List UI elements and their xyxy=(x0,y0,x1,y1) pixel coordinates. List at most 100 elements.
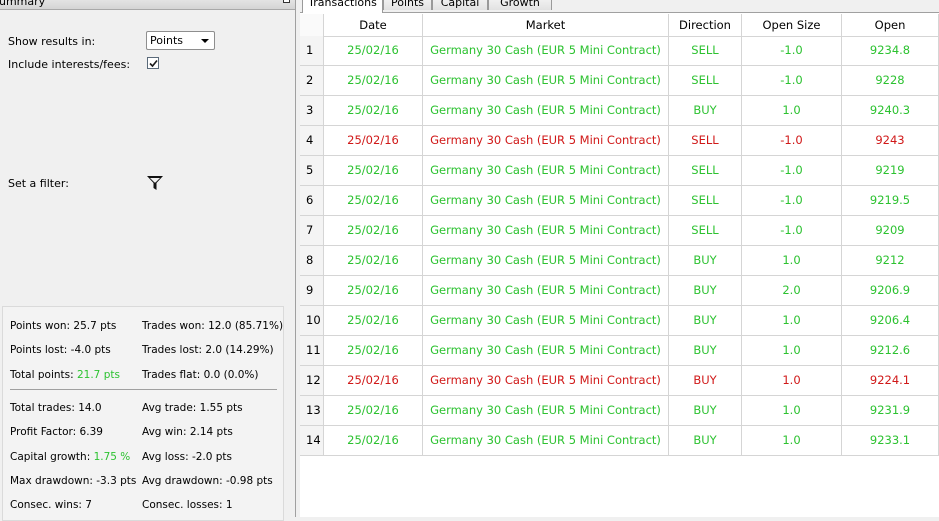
column-header-date[interactable]: Date xyxy=(324,14,423,36)
cell-date[interactable]: 25/02/16 xyxy=(324,216,423,246)
cell-open[interactable]: 9206.4 xyxy=(842,306,939,336)
tab-growth[interactable]: Growth xyxy=(488,0,552,10)
table-row[interactable]: 13 25/02/16 Germany 30 Cash (EUR 5 Mini Co… xyxy=(300,396,939,426)
table-row[interactable]: 4 25/02/16 Germany 30 Cash (EUR 5 Mini Con… xyxy=(300,126,939,156)
row-number[interactable]: 6 xyxy=(300,186,324,216)
cell-open-size[interactable]: 1.0 xyxy=(742,306,842,336)
cell-market[interactable]: Germany 30 Cash (EUR 5 Mini Contract) xyxy=(423,96,669,126)
tab-capital[interactable]: Capital xyxy=(432,0,488,10)
cell-market[interactable]: Germany 30 Cash (EUR 5 Mini Contract) xyxy=(423,276,669,306)
cell-market[interactable]: Germany 30 Cash (EUR 5 Mini Contract) xyxy=(423,186,669,216)
cell-date[interactable]: 25/02/16 xyxy=(324,36,423,66)
cell-market[interactable]: Germany 30 Cash (EUR 5 Mini Contract) xyxy=(423,306,669,336)
cell-open-size[interactable]: 2.0 xyxy=(742,276,842,306)
cell-direction[interactable]: BUY xyxy=(669,306,742,336)
cell-date[interactable]: 25/02/16 xyxy=(324,306,423,336)
cell-market[interactable]: Germany 30 Cash (EUR 5 Mini Contract) xyxy=(423,336,669,366)
cell-market[interactable]: Germany 30 Cash (EUR 5 Mini Contract) xyxy=(423,156,669,186)
cell-direction[interactable]: SELL xyxy=(669,156,742,186)
table-row[interactable]: 10 25/02/16 Germany 30 Cash (EUR 5 Mini Co… xyxy=(300,306,939,336)
row-number[interactable]: 12 xyxy=(300,366,324,396)
results-unit-select[interactable]: Points xyxy=(146,31,215,50)
cell-direction[interactable]: SELL xyxy=(669,186,742,216)
cell-direction[interactable]: SELL xyxy=(669,126,742,156)
table-row[interactable]: 7 25/02/16 Germany 30 Cash (EUR 5 Mini Con… xyxy=(300,216,939,246)
cell-open[interactable]: 9219 xyxy=(842,156,939,186)
cell-market[interactable]: Germany 30 Cash (EUR 5 Mini Contract) xyxy=(423,216,669,246)
table-row[interactable]: 14 25/02/16 Germany 30 Cash (EUR 5 Mini Co… xyxy=(300,426,939,456)
cell-open[interactable]: 9206.9 xyxy=(842,276,939,306)
row-number[interactable]: 5 xyxy=(300,156,324,186)
cell-open[interactable]: 9233.1 xyxy=(842,426,939,456)
row-number[interactable]: 7 xyxy=(300,216,324,246)
tab-points[interactable]: Points xyxy=(383,0,432,10)
table-row[interactable]: 1 25/02/16 Germany 30 Cash (EUR 5 Mini Con… xyxy=(300,36,939,66)
cell-date[interactable]: 25/02/16 xyxy=(324,186,423,216)
cell-date[interactable]: 25/02/16 xyxy=(324,426,423,456)
cell-market[interactable]: Germany 30 Cash (EUR 5 Mini Contract) xyxy=(423,36,669,66)
cell-open[interactable]: 9243 xyxy=(842,126,939,156)
cell-date[interactable]: 25/02/16 xyxy=(324,396,423,426)
row-number[interactable]: 11 xyxy=(300,336,324,366)
cell-direction[interactable]: BUY xyxy=(669,366,742,396)
cell-open-size[interactable]: -1.0 xyxy=(742,126,842,156)
cell-direction[interactable]: BUY xyxy=(669,426,742,456)
cell-open-size[interactable]: -1.0 xyxy=(742,66,842,96)
table-row[interactable]: 8 25/02/16 Germany 30 Cash (EUR 5 Mini Con… xyxy=(300,246,939,276)
column-header-direction[interactable]: Direction xyxy=(669,14,742,36)
dock-window-icon[interactable] xyxy=(283,0,290,3)
row-number[interactable]: 8 xyxy=(300,246,324,276)
cell-direction[interactable]: BUY xyxy=(669,396,742,426)
cell-open[interactable]: 9212 xyxy=(842,246,939,276)
row-number[interactable]: 14 xyxy=(300,426,324,456)
funnel-icon[interactable] xyxy=(146,174,164,192)
cell-direction[interactable]: BUY xyxy=(669,96,742,126)
column-header-open-size[interactable]: Open Size xyxy=(742,14,842,36)
cell-open-size[interactable]: -1.0 xyxy=(742,216,842,246)
row-number[interactable]: 13 xyxy=(300,396,324,426)
cell-direction[interactable]: SELL xyxy=(669,36,742,66)
table-row[interactable]: 2 25/02/16 Germany 30 Cash (EUR 5 Mini Con… xyxy=(300,66,939,96)
row-number[interactable]: 9 xyxy=(300,276,324,306)
cell-date[interactable]: 25/02/16 xyxy=(324,276,423,306)
cell-direction[interactable]: BUY xyxy=(669,336,742,366)
cell-market[interactable]: Germany 30 Cash (EUR 5 Mini Contract) xyxy=(423,366,669,396)
cell-market[interactable]: Germany 30 Cash (EUR 5 Mini Contract) xyxy=(423,66,669,96)
tab-transactions[interactable]: Transactions xyxy=(302,0,383,13)
cell-open[interactable]: 9224.1 xyxy=(842,366,939,396)
cell-open[interactable]: 9234.8 xyxy=(842,36,939,66)
cell-date[interactable]: 25/02/16 xyxy=(324,366,423,396)
cell-open-size[interactable]: 1.0 xyxy=(742,366,842,396)
cell-date[interactable]: 25/02/16 xyxy=(324,156,423,186)
row-number[interactable]: 10 xyxy=(300,306,324,336)
row-number[interactable]: 1 xyxy=(300,36,324,66)
cell-direction[interactable]: BUY xyxy=(669,246,742,276)
cell-date[interactable]: 25/02/16 xyxy=(324,336,423,366)
row-number[interactable]: 4 xyxy=(300,126,324,156)
cell-market[interactable]: Germany 30 Cash (EUR 5 Mini Contract) xyxy=(423,426,669,456)
cell-direction[interactable]: SELL xyxy=(669,66,742,96)
cell-open[interactable]: 9212.6 xyxy=(842,336,939,366)
cell-open-size[interactable]: -1.0 xyxy=(742,36,842,66)
cell-date[interactable]: 25/02/16 xyxy=(324,66,423,96)
cell-date[interactable]: 25/02/16 xyxy=(324,246,423,276)
column-header-open[interactable]: Open xyxy=(842,14,939,36)
cell-open-size[interactable]: -1.0 xyxy=(742,156,842,186)
cell-open-size[interactable]: 1.0 xyxy=(742,396,842,426)
cell-open[interactable]: 9228 xyxy=(842,66,939,96)
cell-open[interactable]: 9219.5 xyxy=(842,186,939,216)
include-fees-checkbox[interactable] xyxy=(147,57,159,69)
cell-open-size[interactable]: -1.0 xyxy=(742,186,842,216)
cell-open-size[interactable]: 1.0 xyxy=(742,336,842,366)
table-row[interactable]: 9 25/02/16 Germany 30 Cash (EUR 5 Mini Con… xyxy=(300,276,939,306)
cell-market[interactable]: Germany 30 Cash (EUR 5 Mini Contract) xyxy=(423,246,669,276)
cell-market[interactable]: Germany 30 Cash (EUR 5 Mini Contract) xyxy=(423,126,669,156)
cell-open-size[interactable]: 1.0 xyxy=(742,96,842,126)
cell-open[interactable]: 9240.3 xyxy=(842,96,939,126)
row-number[interactable]: 3 xyxy=(300,96,324,126)
table-row[interactable]: 3 25/02/16 Germany 30 Cash (EUR 5 Mini Con… xyxy=(300,96,939,126)
table-row[interactable]: 5 25/02/16 Germany 30 Cash (EUR 5 Mini Con… xyxy=(300,156,939,186)
cell-date[interactable]: 25/02/16 xyxy=(324,126,423,156)
table-row[interactable]: 11 25/02/16 Germany 30 Cash (EUR 5 Mini Co… xyxy=(300,336,939,366)
table-corner[interactable] xyxy=(300,14,324,36)
